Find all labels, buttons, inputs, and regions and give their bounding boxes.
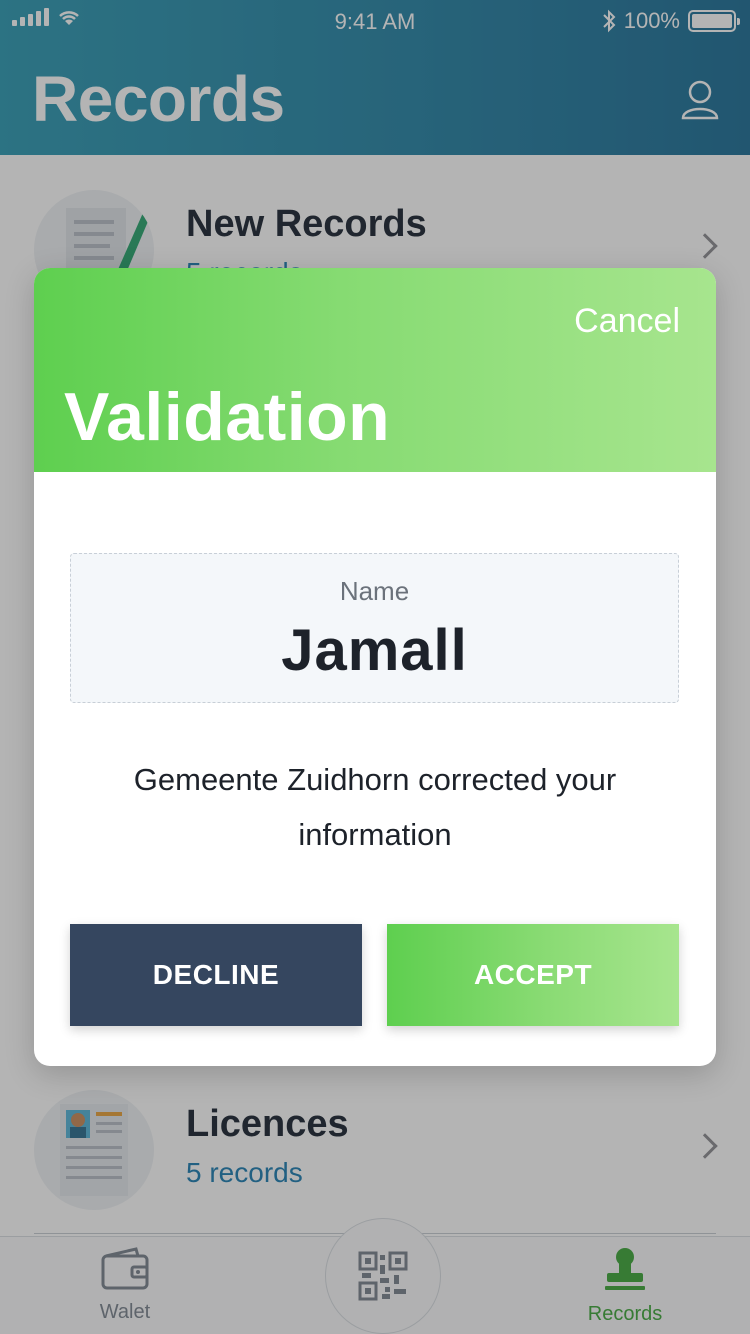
accept-button[interactable]: ACCEPT xyxy=(387,924,679,1026)
decline-button[interactable]: DECLINE xyxy=(70,924,362,1026)
name-field-card: Name Jamall xyxy=(70,553,679,703)
validation-dialog: Cancel Validation Name Jamall Gemeente Z… xyxy=(34,268,716,1066)
dialog-title: Validation xyxy=(64,379,391,455)
cancel-button[interactable]: Cancel xyxy=(574,302,680,341)
dialog-message: Gemeente Zuidhorn corrected your informa… xyxy=(133,762,617,852)
field-label: Name xyxy=(339,576,410,606)
dialog-header: Cancel Validation xyxy=(34,268,716,472)
field-value: Jamall xyxy=(281,618,468,683)
